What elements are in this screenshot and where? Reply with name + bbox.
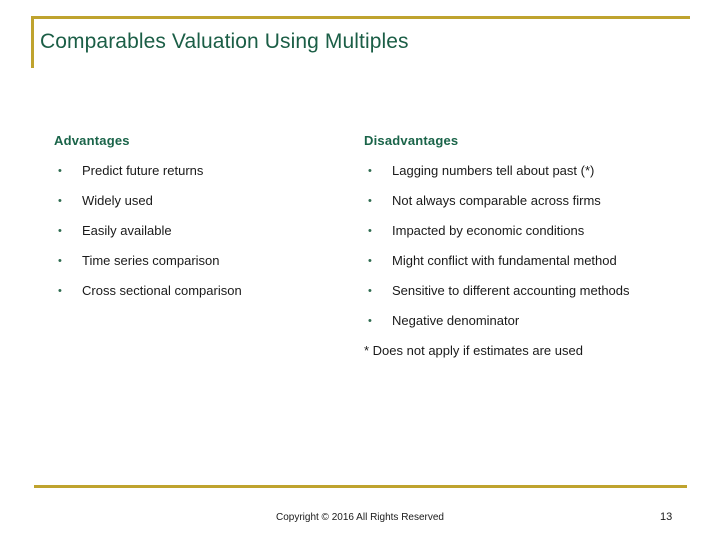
bullet-icon: •	[368, 195, 372, 207]
page-number: 13	[660, 511, 673, 523]
list-item-label: Predict future returns	[82, 163, 204, 178]
list-item: • Easily available	[54, 223, 354, 239]
bullet-icon: •	[58, 165, 62, 177]
list-item-label: Sensitive to different accounting method…	[392, 283, 630, 298]
list-item-label: Lagging numbers tell about past (*)	[392, 163, 595, 178]
list-item: • Widely used	[54, 193, 354, 209]
list-item-label: Might conflict with fundamental method	[392, 253, 617, 268]
list-item: • Not always comparable across firms	[364, 193, 690, 209]
bullet-icon: •	[368, 285, 372, 297]
list-item-label: Time series comparison	[82, 253, 220, 268]
copyright-text: Copyright © 2016 All Rights Reserved	[275, 512, 444, 523]
page-title: Comparables Valuation Using Multiples	[40, 30, 409, 53]
bullet-icon: •	[368, 315, 372, 327]
disadvantages-header: Disadvantages	[364, 133, 459, 148]
disadvantages-column: Disadvantages • Lagging numbers tell abo…	[364, 133, 690, 359]
list-item: • Impacted by economic conditions	[364, 223, 690, 239]
bullet-icon: •	[58, 195, 62, 207]
advantages-header: Advantages	[54, 133, 130, 148]
list-item-label: Widely used	[82, 193, 153, 208]
bullet-icon: •	[58, 285, 62, 297]
bullet-icon: •	[368, 255, 372, 267]
list-item-label: Impacted by economic conditions	[392, 223, 585, 238]
list-item-label: Not always comparable across firms	[392, 193, 601, 208]
footer-divider	[34, 485, 687, 488]
list-item: • Might conflict with fundamental method	[364, 253, 690, 269]
list-item-label: Negative denominator	[392, 313, 520, 328]
list-item: • Cross sectional comparison	[54, 283, 354, 299]
advantages-column: Advantages • Predict future returns • Wi…	[54, 133, 354, 313]
bullet-icon: •	[368, 225, 372, 237]
list-item: • Predict future returns	[54, 163, 354, 179]
bullet-icon: •	[58, 225, 62, 237]
list-item-label: Easily available	[82, 223, 172, 238]
list-item: • Time series comparison	[54, 253, 354, 269]
bullet-icon: •	[368, 165, 372, 177]
list-item: • Negative denominator	[364, 313, 690, 329]
list-item: • Sensitive to different accounting meth…	[364, 283, 690, 299]
footnote: * Does not apply if estimates are used	[364, 343, 583, 358]
list-item-label: Cross sectional comparison	[82, 283, 242, 298]
slide: Comparables Valuation Using Multiples Ad…	[0, 0, 720, 540]
list-item: • Lagging numbers tell about past (*)	[364, 163, 690, 179]
bullet-icon: •	[58, 255, 62, 267]
disadvantages-list: • Lagging numbers tell about past (*) • …	[364, 163, 690, 329]
advantages-list: • Predict future returns • Widely used •…	[54, 163, 354, 299]
